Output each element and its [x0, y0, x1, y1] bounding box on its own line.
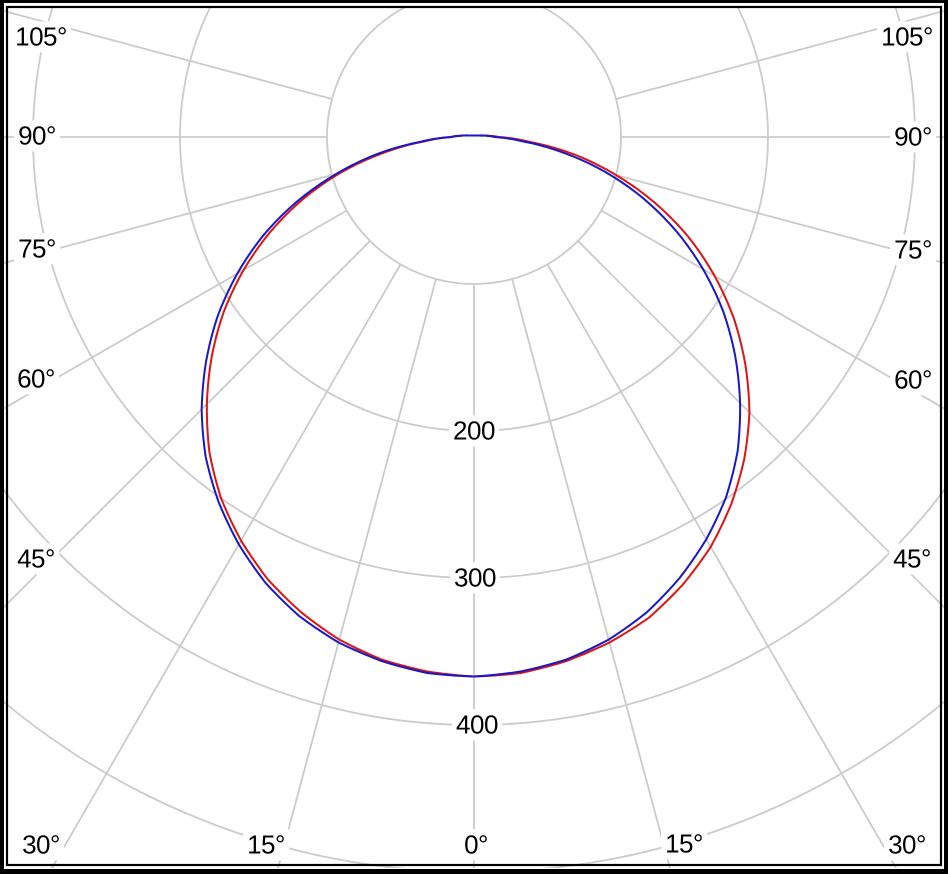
tick-label: 200	[449, 415, 499, 446]
tick-label: 105°	[877, 21, 937, 52]
tick-label: 15°	[661, 828, 707, 859]
tick-label: 105°	[11, 21, 71, 52]
tick-label: 400	[452, 709, 502, 740]
tick-label: 45°	[13, 543, 59, 574]
tick-label: 0°	[460, 829, 492, 860]
tick-label: 45°	[889, 543, 935, 574]
tick-label: 60°	[13, 363, 59, 394]
photometric-polar-chart: 105° 90° 75° 60° 45° 30° 105° 90° 75° 60° 45° 30° 15…	[0, 0, 948, 874]
outer-border-right	[944, 0, 948, 874]
tick-label: 90°	[890, 121, 936, 152]
tick-label: 75°	[14, 233, 60, 264]
tick-label: 30°	[18, 829, 64, 860]
outer-border-top	[0, 0, 948, 3]
tick-label: 60°	[890, 364, 936, 395]
tick-label: 30°	[884, 829, 930, 860]
tick-label: 75°	[890, 234, 936, 265]
tick-label: 300	[450, 562, 500, 593]
tick-label: 90°	[14, 120, 60, 151]
tick-label: 15°	[243, 829, 289, 860]
curve-red	[207, 135, 750, 676]
outer-border-bottom	[0, 869, 948, 874]
outer-border-left	[0, 0, 4, 874]
